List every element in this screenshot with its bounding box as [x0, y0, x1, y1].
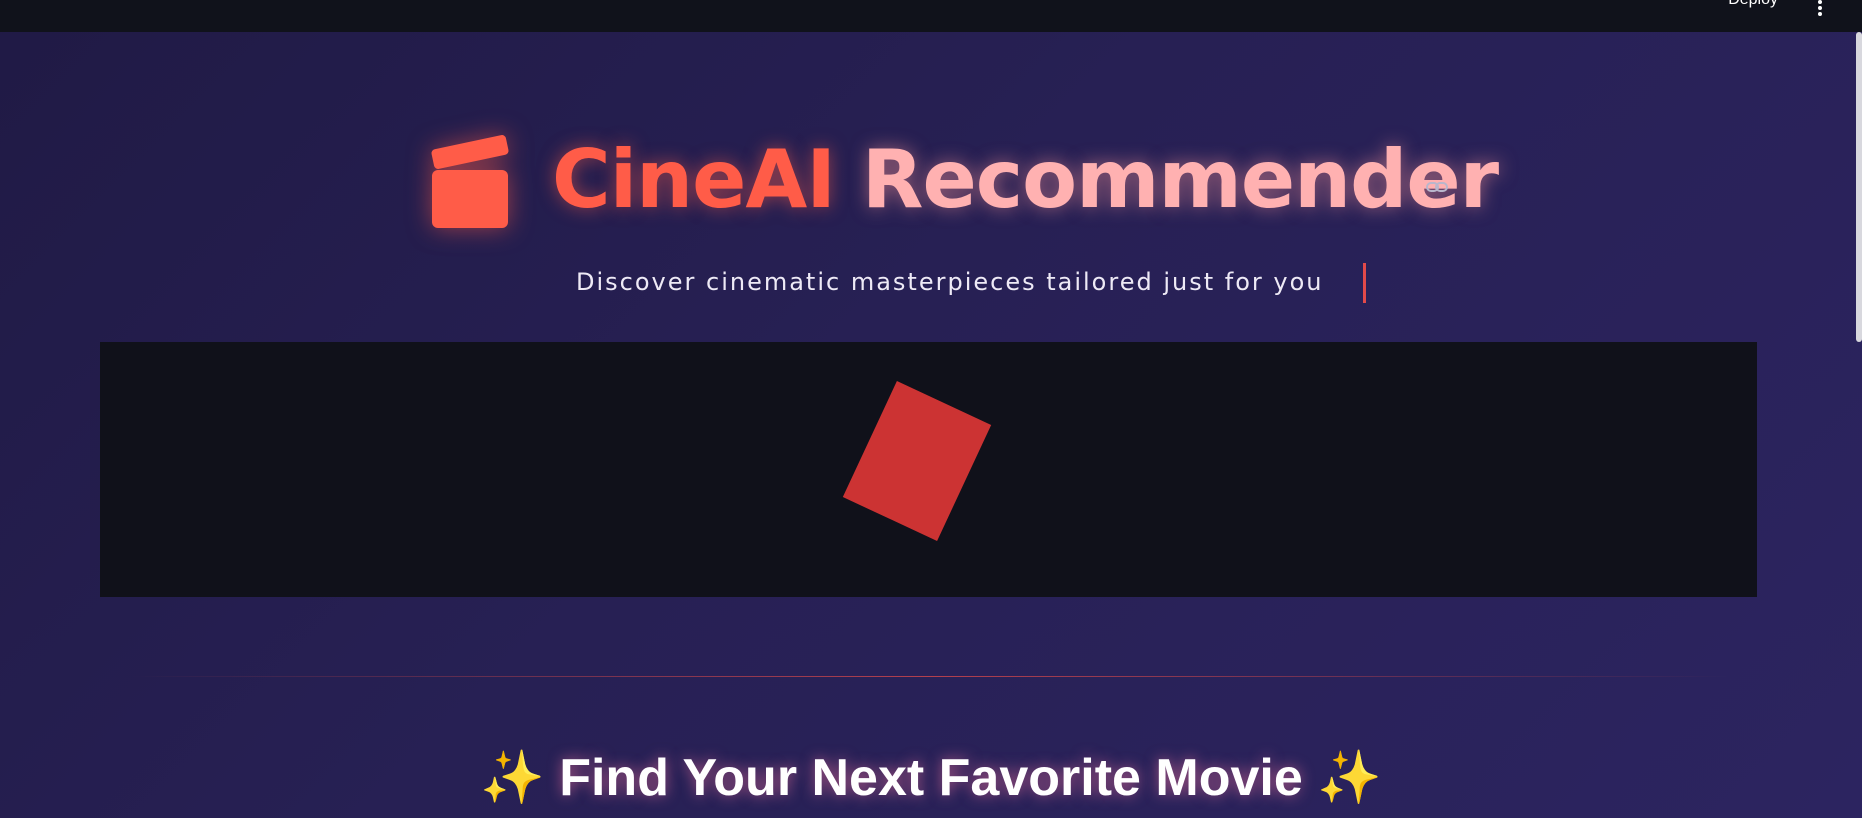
spinning-card	[842, 381, 992, 541]
link-icon[interactable]	[1426, 176, 1448, 198]
typing-cursor	[1363, 263, 1366, 303]
clapperboard-icon	[431, 135, 509, 228]
sparkle-icon: ✨	[480, 749, 545, 807]
section-divider	[130, 676, 1730, 677]
top-toolbar: Deploy	[0, 0, 1862, 32]
title-rest: Recommender	[861, 133, 1499, 226]
section-heading: ✨ Find Your Next Favorite Movie ✨	[0, 748, 1862, 808]
hero-title: CineAI Recommender	[0, 120, 1862, 240]
animation-panel	[100, 342, 1757, 597]
vertical-ellipsis-icon[interactable]	[1816, 0, 1824, 16]
title-brand: CineAI	[552, 133, 836, 226]
section-heading-text: Find Your Next Favorite Movie	[559, 749, 1303, 807]
subtitle: Discover cinematic masterpieces tailored…	[576, 268, 1324, 296]
page-title: CineAI Recommender	[552, 120, 1499, 240]
sparkle-icon: ✨	[1317, 749, 1382, 807]
deploy-button[interactable]: Deploy	[1728, 0, 1778, 9]
